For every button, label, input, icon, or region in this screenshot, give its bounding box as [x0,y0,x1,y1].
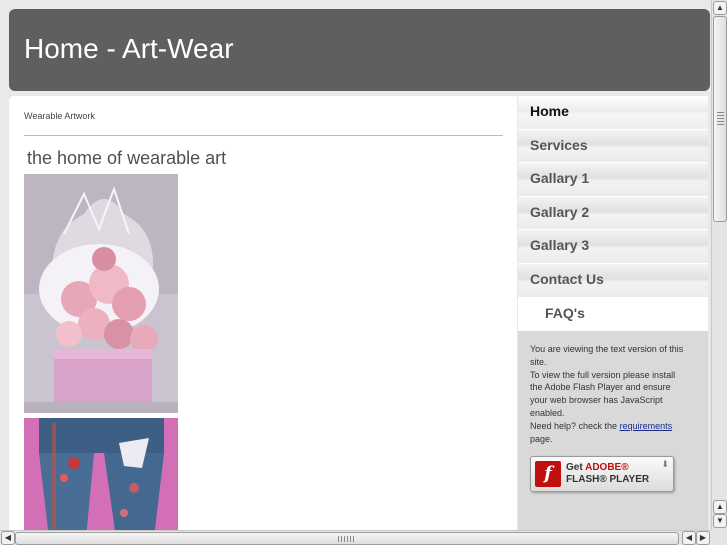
gallery-photo-jeans [24,418,178,530]
flash-get-label: Get [566,462,583,473]
site-title: Home - Art-Wear [24,33,234,64]
scroll-up-button[interactable]: ▲ [713,1,727,15]
nav-item-services[interactable]: Services [518,129,708,164]
scroll-left-button[interactable]: ◀ [1,531,15,545]
gallery-photo-gift-basket [24,174,178,413]
scroll-left-button-right[interactable]: ◀ [682,531,696,545]
help-prefix: Need help? check the [530,420,618,431]
main-nav: Home Services Gallary 1 Gallary 2 Gallar… [518,96,708,332]
horizontal-scrollbar[interactable]: ◀ ◀ ▶ [0,530,711,545]
nav-item-gallary-3[interactable]: Gallary 3 [518,230,708,264]
nav-item-contact-us[interactable]: Contact Us [518,263,708,298]
page-subtitle: the home of wearable art [27,148,227,168]
scroll-right-button[interactable]: ▶ [696,531,710,545]
flash-product-label: FLASH® PLAYER [566,474,650,485]
vertical-scroll-thumb[interactable] [713,16,727,222]
content-divider [24,135,503,136]
breadcrumb: Wearable Artwork [24,111,95,121]
horizontal-grip-icon [338,536,354,542]
flash-notice-line2: To view the full version please install … [530,369,676,418]
page-viewport: Home - Art-Wear Wearable Artwork the hom… [0,0,711,530]
vertical-scrollbar[interactable]: ▲ ▲ ▼ [711,0,727,530]
flash-brand-label: ADOBE® [585,462,629,473]
flash-logo-icon: f [535,461,561,487]
flash-notice: You are viewing the text version of this… [530,343,690,445]
flash-button-get: Get ADOBE® [566,462,629,473]
flash-notice-help: Need help? check the requirements [530,420,690,433]
site-header: Home - Art-Wear [9,9,710,91]
scrollbar-corner [711,530,727,545]
horizontal-scroll-thumb[interactable] [15,532,679,545]
vertical-grip-icon [717,112,724,126]
requirements-link[interactable]: requirements [620,421,673,431]
help-suffix: page. [530,433,553,444]
main-content: Wearable Artwork the home of wearable ar… [9,96,517,530]
nav-item-home[interactable]: Home [518,96,708,130]
nav-item-gallary-1[interactable]: Gallary 1 [518,163,708,197]
sidebar: Home Services Gallary 1 Gallary 2 Gallar… [518,96,708,530]
scroll-up-button-lower[interactable]: ▲ [713,500,727,514]
scroll-down-button[interactable]: ▼ [713,514,727,528]
get-flash-player-button[interactable]: f Get ADOBE® FLASH® PLAYER ⬇ [530,456,674,492]
download-arrow-icon: ⬇ [661,459,669,469]
nav-item-gallary-2[interactable]: Gallary 2 [518,196,708,231]
flash-notice-line1: You are viewing the text version of this… [530,344,684,367]
nav-item-faqs[interactable]: FAQ's [518,297,708,332]
